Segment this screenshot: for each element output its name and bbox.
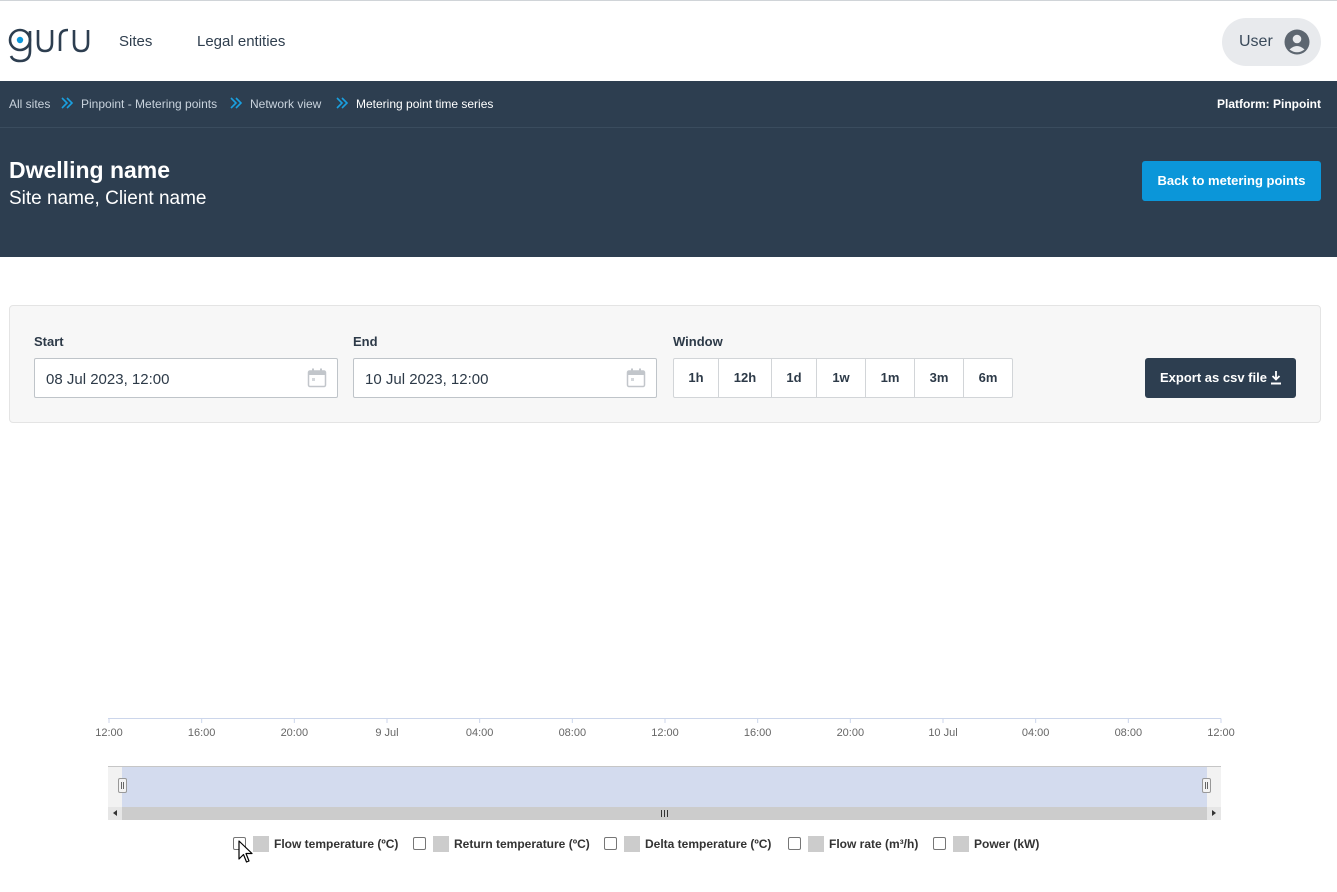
back-to-metering-points-button[interactable]: Back to metering points [1142,161,1321,201]
x-axis-tick-label: 9 Jul [375,727,398,739]
window-3m-button[interactable]: 3m [915,359,964,397]
window-1d-button[interactable]: 1d [772,359,817,397]
legend-checkbox[interactable] [788,837,801,850]
x-axis-tick-label: 12:00 [651,727,679,739]
x-axis-tick-label: 08:00 [1115,727,1143,739]
scrollbar-left-button[interactable] [108,807,122,820]
x-axis-tick-label: 12:00 [1207,727,1235,739]
user-menu-button[interactable]: User [1222,18,1321,66]
breadcrumb-metering-points[interactable]: Pinpoint - Metering points [81,97,217,111]
legend-label: Power (kW) [974,837,1040,851]
legend-checkbox[interactable] [413,837,426,850]
user-label: User [1239,33,1273,50]
start-date-input[interactable]: 08 Jul 2023, 12:00 [34,358,338,398]
navigator-right-handle[interactable] [1202,778,1211,793]
nav-link-sites[interactable]: Sites [119,33,152,50]
download-icon [1271,371,1281,385]
breadcrumb: All sites Pinpoint - Metering points Net… [0,81,1337,128]
legend-swatch [808,836,824,852]
filter-panel: Start 08 Jul 2023, 12:00 End 10 Jul 2023… [9,305,1321,423]
page-header: All sites Pinpoint - Metering points Net… [0,81,1337,257]
window-1w-button[interactable]: 1w [817,359,866,397]
window-button-group: 1h 12h 1d 1w 1m 3m 6m [673,358,1013,398]
end-label: End [353,334,378,349]
x-axis-tick-label: 12:00 [95,727,123,739]
legend-label: Flow rate (m³/h) [829,837,919,851]
window-12h-button[interactable]: 12h [719,359,772,397]
navigator-selection[interactable] [122,767,1207,807]
legend-swatch [253,836,269,852]
legend-swatch [953,836,969,852]
breadcrumb-all-sites[interactable]: All sites [9,97,50,111]
window-1h-button[interactable]: 1h [674,359,719,397]
calendar-icon[interactable] [307,368,327,388]
legend-checkbox[interactable] [933,837,946,850]
x-axis-ticks: 12:00 16:00 20:00 9 Jul 04:00 08:00 12:00 16:00… [95,718,1235,739]
platform-label: Platform: Pinpoint [1217,97,1321,111]
x-axis-tick-label: 16:00 [188,727,216,739]
x-axis-tick-label: 04:00 [1022,727,1050,739]
x-axis-tick-label: 04:00 [466,727,494,739]
calendar-icon[interactable] [626,368,646,388]
mouse-cursor-icon [238,840,253,863]
export-csv-button[interactable]: Export as csv file [1145,358,1296,398]
export-csv-label: Export as csv file [1160,370,1267,385]
end-date-input[interactable]: 10 Jul 2023, 12:00 [353,358,657,398]
start-date-value: 08 Jul 2023, 12:00 [46,371,170,388]
x-axis-tick-label: 20:00 [281,727,309,739]
window-6m-button[interactable]: 6m [964,359,1012,397]
scrollbar-right-button[interactable] [1207,807,1221,820]
nav-link-legal-entities[interactable]: Legal entities [197,33,285,50]
top-navbar: Sites Legal entities User [0,0,1337,81]
guru-logo[interactable] [8,19,92,63]
legend-label: Delta temperature (ºC) [645,837,772,851]
legend-swatch [624,836,640,852]
start-label: Start [34,334,64,349]
end-date-value: 10 Jul 2023, 12:00 [365,371,489,388]
x-axis-tick-label: 20:00 [837,727,865,739]
double-chevron-right-icon [336,97,349,109]
window-label: Window [673,334,723,349]
legend-label: Return temperature (ºC) [454,837,590,851]
page-title: Dwelling name [9,157,171,183]
legend-checkbox[interactable] [604,837,617,850]
legend-label: Flow temperature (ºC) [274,837,399,851]
user-icon [1284,29,1310,55]
scrollbar-grip-icon [661,810,668,817]
page-subtitle: Site name, Client name [9,188,207,209]
time-series-chart: 12:00 16:00 20:00 9 Jul 04:00 08:00 12:00 16:00… [95,718,1235,739]
breadcrumb-network-view[interactable]: Network view [250,97,321,111]
double-chevron-right-icon [230,97,243,109]
x-axis-tick-label: 08:00 [559,727,587,739]
x-axis-tick-label: 10 Jul [928,727,957,739]
double-chevron-right-icon [61,97,74,109]
navigator-left-handle[interactable] [118,778,127,793]
breadcrumb-current: Metering point time series [356,97,494,111]
scroll-left-arrow-icon [113,810,117,816]
x-axis-tick-label: 16:00 [744,727,772,739]
legend-swatch [433,836,449,852]
window-1m-button[interactable]: 1m [866,359,915,397]
scroll-right-arrow-icon [1212,810,1216,816]
